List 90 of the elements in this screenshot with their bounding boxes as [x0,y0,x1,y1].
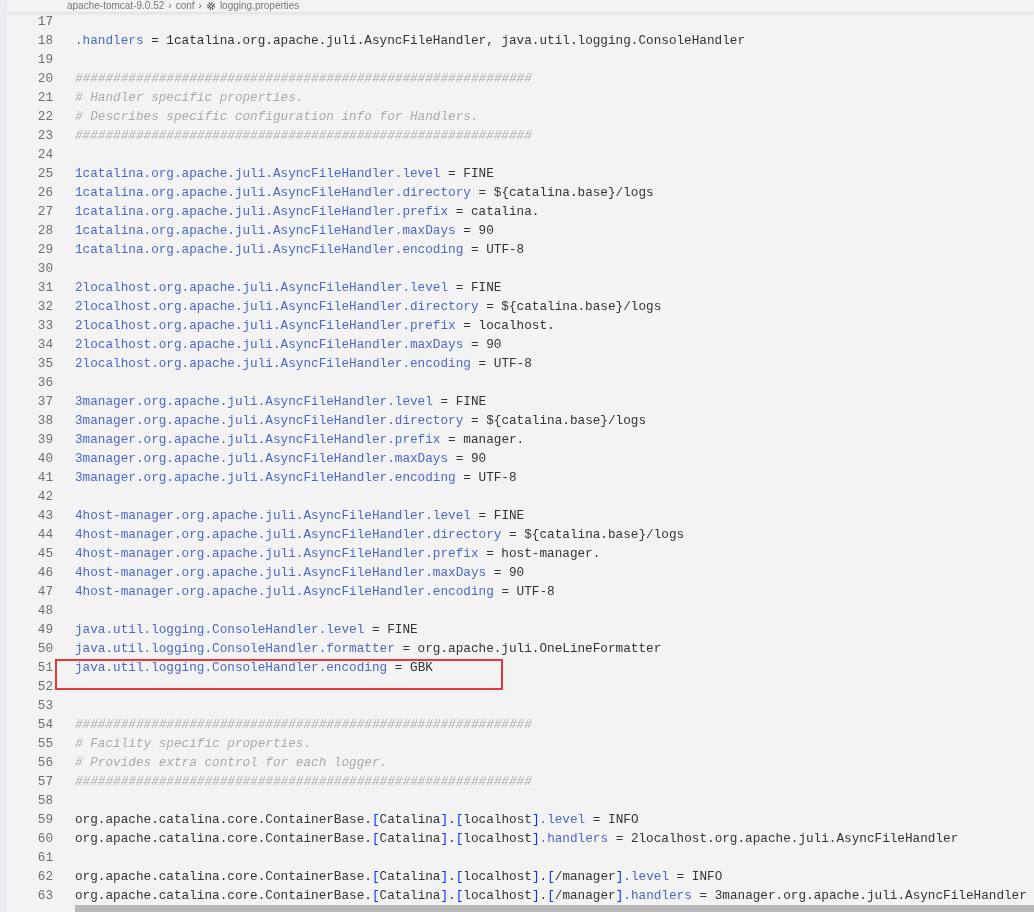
horizontal-scrollbar[interactable] [75,905,1034,912]
line-number: 24 [36,146,53,164]
line-number: 35 [36,355,53,373]
code-line: 3manager.org.apache.juli.AsyncFileHandler.directory = ${catalina.base}/logs [75,415,647,426]
line-number: 34 [36,336,53,354]
code-line: 4host-manager.org.apache.juli.AsyncFileHandler.directory = ${catalina.base}/logs [75,529,685,540]
line-number: 47 [36,583,53,601]
code-line: 2localhost.org.apache.juli.AsyncFileHandler.directory = ${catalina.base}/logs [75,301,662,312]
code-line: 2localhost.org.apache.juli.AsyncFileHandler.level = FINE [75,282,502,293]
code-line: org.apache.catalina.core.ContainerBase.[Catalina].[localhost].level = INFO [75,814,639,825]
code-line: ############################################################ [75,719,532,730]
code-line: 1catalina.org.apache.juli.AsyncFileHandler.maxDays = 90 [75,225,494,236]
line-number: 56 [36,754,53,772]
line-number: 63 [36,887,53,905]
line-number: 41 [36,469,53,487]
line-number: 42 [36,488,53,506]
line-number: 26 [36,184,53,202]
code-line: java.util.logging.ConsoleHandler.encoding = GBK [75,662,433,673]
code-line: ############################################################ [75,130,532,141]
code-line: # Handler specific properties. [75,92,304,103]
code-line: 3manager.org.apache.juli.AsyncFileHandler.encoding = UTF-8 [75,472,517,483]
line-number: 21 [36,89,53,107]
code-line: org.apache.catalina.core.ContainerBase.[Catalina].[localhost].[/manager].level = INFO [75,871,723,882]
line-number: 51 [36,659,53,677]
line-number: 30 [36,260,53,278]
breadcrumb-item[interactable]: conf [175,0,195,12]
line-number: 18 [36,32,53,50]
code-line: ############################################################ [75,776,532,787]
code-line: org.apache.catalina.core.ContainerBase.[Catalina].[localhost].[/manager].handlers = 3manager.org.apache.juli.AsyncFileHandler [75,890,1027,901]
line-number: 17 [36,13,53,31]
code-line: 1catalina.org.apache.juli.AsyncFileHandler.level = FINE [75,168,494,179]
line-number: 52 [36,678,53,696]
line-number: 29 [36,241,53,259]
line-number: 53 [36,697,53,715]
breadcrumb-separator: › [198,0,202,12]
line-number: 19 [36,51,53,69]
code-line: 3manager.org.apache.juli.AsyncFileHandler.level = FINE [75,396,487,407]
code-line: 4host-manager.org.apache.juli.AsyncFileHandler.level = FINE [75,510,525,521]
code-line: 3manager.org.apache.juli.AsyncFileHandler.prefix = manager. [75,434,525,445]
code-line: 1catalina.org.apache.juli.AsyncFileHandler.prefix = catalina. [75,206,540,217]
breadcrumb-item[interactable]: logging.properties [219,0,300,12]
line-number: 20 [36,70,53,88]
line-number: 40 [36,450,53,468]
code-line: 2localhost.org.apache.juli.AsyncFileHandler.prefix = localhost. [75,320,555,331]
line-number: 49 [36,621,53,639]
line-number: 32 [36,298,53,316]
code-line: 2localhost.org.apache.juli.AsyncFileHandler.encoding = UTF-8 [75,358,532,369]
line-number: 44 [36,526,53,544]
code-line: java.util.logging.ConsoleHandler.formatter = org.apache.juli.OneLineFormatter [75,643,662,654]
line-number: 37 [36,393,53,411]
line-number: 23 [36,127,53,145]
code-line: ############################################################ [75,73,532,84]
line-number: 59 [36,811,53,829]
line-number: 31 [36,279,53,297]
line-number: 58 [36,792,53,810]
line-number: 28 [36,222,53,240]
line-number: 62 [36,868,53,886]
code-line: # Provides extra control for each logger. [75,757,388,768]
line-number: 33 [36,317,53,335]
line-number: 22 [36,108,53,126]
code-line: 1catalina.org.apache.juli.AsyncFileHandler.directory = ${catalina.base}/logs [75,187,654,198]
line-number: 27 [36,203,53,221]
line-number: 57 [36,773,53,791]
code-line: 4host-manager.org.apache.juli.AsyncFileHandler.maxDays = 90 [75,567,525,578]
line-number: 46 [36,564,53,582]
line-number: 61 [36,849,53,867]
breadcrumb-separator: › [168,0,172,12]
line-number: 60 [36,830,53,848]
code-line: 4host-manager.org.apache.juli.AsyncFileHandler.prefix = host-manager. [75,548,601,559]
line-number: 48 [36,602,53,620]
line-number: 36 [36,374,53,392]
code-line: java.util.logging.ConsoleHandler.level = FINE [75,624,418,635]
line-number: 50 [36,640,53,658]
line-number: 38 [36,412,53,430]
breadcrumb-item[interactable]: apache-tomcat-9.0.52 [67,0,165,12]
line-number: 54 [36,716,53,734]
code-line: 4host-manager.org.apache.juli.AsyncFileHandler.encoding = UTF-8 [75,586,555,597]
line-number: 39 [36,431,53,449]
line-number: 43 [36,507,53,525]
line-number: 45 [36,545,53,563]
code-line: .handlers = 1catalina.org.apache.juli.AsyncFileHandler, java.util.logging.ConsoleHandler [75,35,746,46]
code-line: 1catalina.org.apache.juli.AsyncFileHandler.encoding = UTF-8 [75,244,525,255]
code-line: # Facility specific properties. [75,738,312,749]
code-line: org.apache.catalina.core.ContainerBase.[Catalina].[localhost].handlers = 2localhost.org.apache.juli.AsyncFileHandler [75,833,959,844]
line-number: 55 [36,735,53,753]
gear-icon [205,1,216,11]
line-number: 25 [36,165,53,183]
code-line: 3manager.org.apache.juli.AsyncFileHandler.maxDays = 90 [75,453,487,464]
code-line: 2localhost.org.apache.juli.AsyncFileHandler.maxDays = 90 [75,339,502,350]
code-line: # Describes specific configuration info for Handlers. [75,111,479,122]
